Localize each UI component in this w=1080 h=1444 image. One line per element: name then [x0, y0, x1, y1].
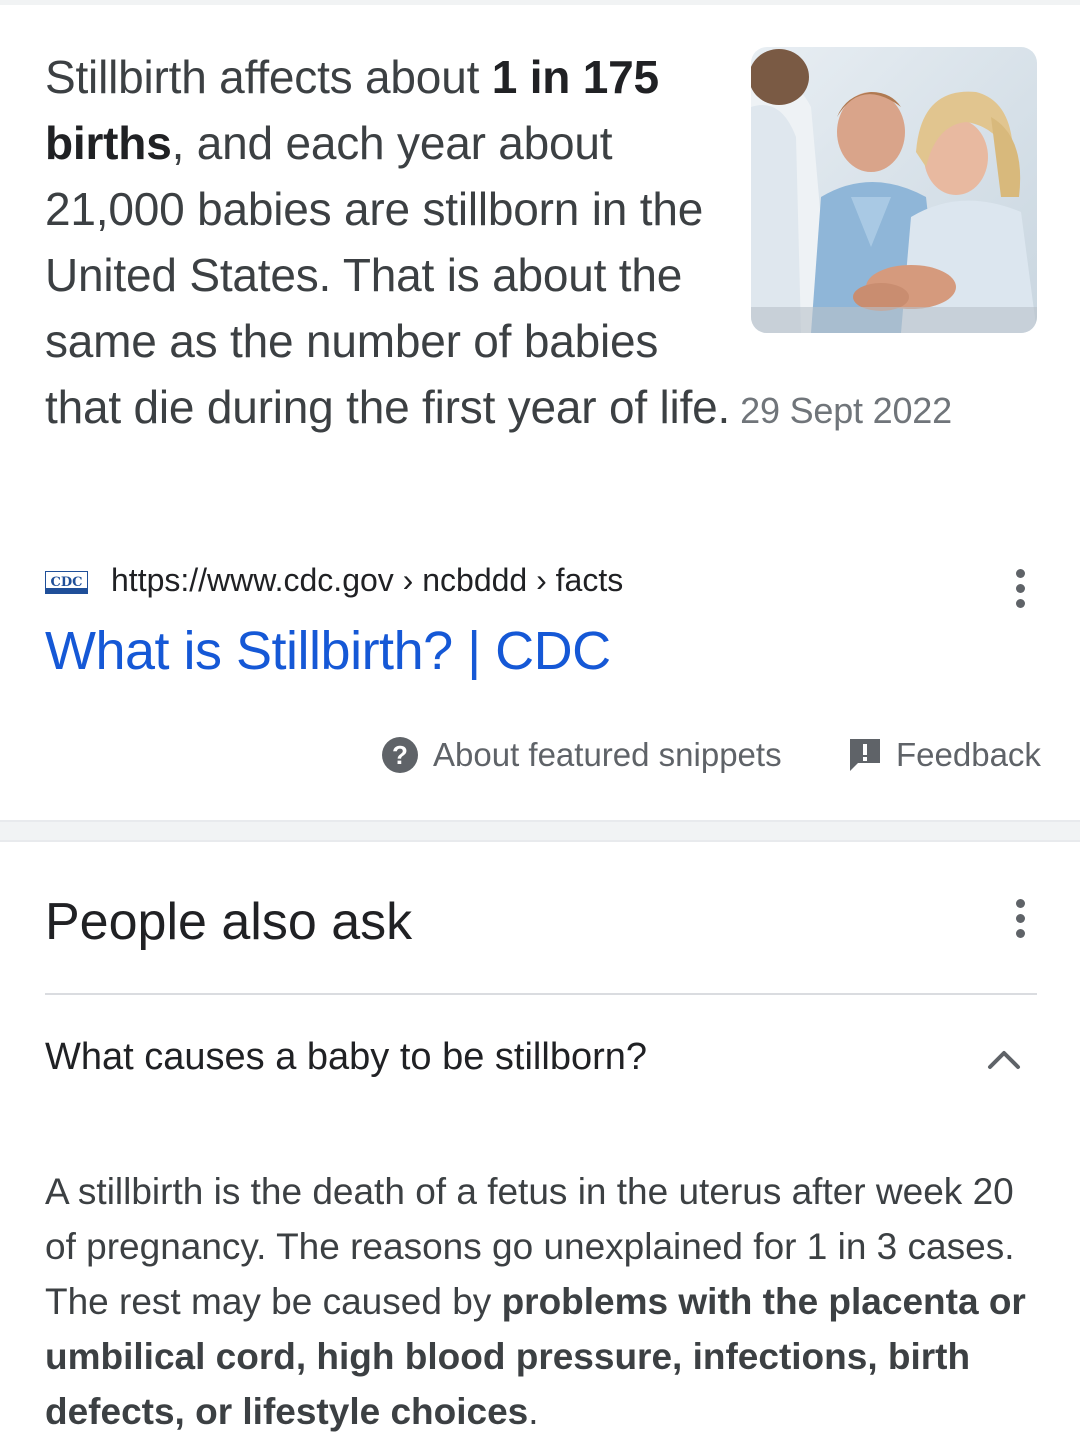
section-divider [0, 820, 1080, 842]
cdc-logo-text: CDC [51, 575, 83, 590]
svg-text:?: ? [392, 740, 408, 770]
result-title-link[interactable]: What is Stillbirth? | CDC [45, 620, 611, 682]
people-also-ask-title: People also ask [45, 893, 413, 951]
more-options-icon[interactable] [1000, 560, 1040, 616]
search-results-page: Stillbirth affects about 1 in 175 births… [0, 0, 1080, 1444]
chevron-up-icon[interactable] [984, 1040, 1024, 1080]
feedback-button[interactable]: Feedback [848, 732, 1041, 778]
feedback-label: Feedback [896, 736, 1041, 773]
featured-snippet: Stillbirth affects about 1 in 175 births… [45, 44, 1040, 444]
cdc-logo-icon: CDC [45, 571, 88, 594]
source-url[interactable]: https://www.cdc.gov › ncbddd › facts [111, 562, 623, 599]
snippet-text-part1: Stillbirth affects about [45, 51, 492, 103]
about-featured-snippets-label: About featured snippets [433, 736, 782, 773]
paa-answer-part2: . [528, 1391, 539, 1432]
help-icon: ? [382, 737, 418, 773]
paa-question[interactable]: What causes a baby to be stillborn? [45, 1036, 647, 1079]
source-row[interactable]: CDC https://www.cdc.gov › ncbddd › facts [45, 560, 1040, 608]
about-featured-snippets-button[interactable]: ? About featured snippets [381, 732, 782, 778]
paa-more-options-icon[interactable] [1000, 890, 1040, 946]
top-divider [0, 0, 1080, 5]
snippet-image[interactable] [751, 47, 1037, 333]
snippet-date: 29 Sept 2022 [740, 390, 952, 431]
paa-divider [45, 993, 1037, 995]
paa-answer: A stillbirth is the death of a fetus in … [45, 1164, 1030, 1439]
feedback-icon [850, 739, 880, 771]
